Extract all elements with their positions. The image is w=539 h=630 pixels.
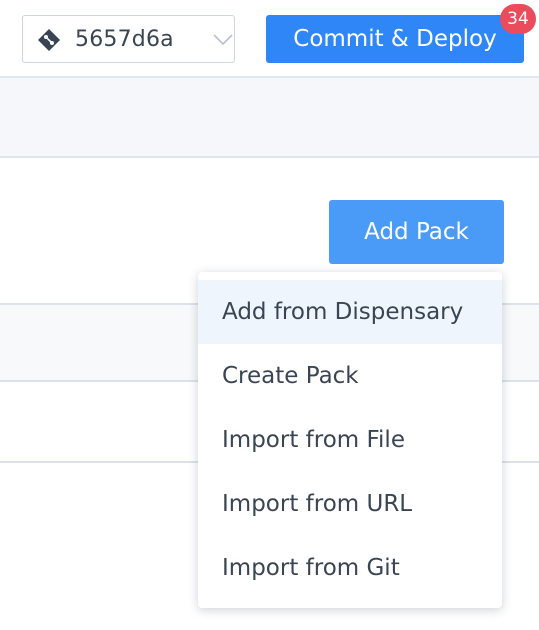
pending-changes-badge: 34: [500, 4, 536, 34]
add-pack-dropdown-menu: Add from Dispensary Create Pack Import f…: [198, 272, 502, 608]
menu-item-import-from-git[interactable]: Import from Git: [198, 536, 502, 600]
menu-item-import-from-file[interactable]: Import from File: [198, 408, 502, 472]
commit-selector[interactable]: 5657d6a: [22, 15, 235, 63]
commit-and-deploy-button[interactable]: Commit & Deploy: [266, 15, 524, 63]
chevron-down-icon: [213, 34, 233, 46]
git-commit-icon: [38, 29, 60, 51]
page: 5657d6a Commit & Deploy 34 Add Pack Add …: [0, 0, 539, 630]
menu-item-create-pack[interactable]: Create Pack: [198, 344, 502, 408]
secondary-bar: [0, 78, 539, 158]
menu-item-add-from-dispensary[interactable]: Add from Dispensary: [198, 280, 502, 344]
add-pack-button[interactable]: Add Pack: [329, 200, 504, 264]
menu-item-import-from-url[interactable]: Import from URL: [198, 472, 502, 536]
top-bar: 5657d6a Commit & Deploy 34: [0, 0, 539, 78]
commit-hash: 5657d6a: [75, 27, 174, 52]
